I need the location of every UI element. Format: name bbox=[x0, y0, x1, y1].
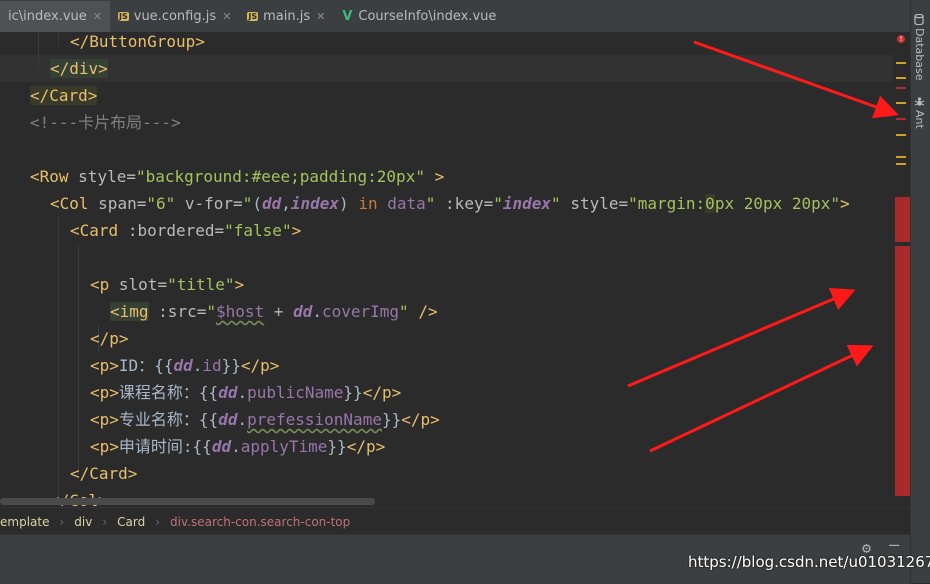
watermark-url: https://blog.csdn.net/u010312671 bbox=[688, 553, 930, 571]
code-line-17: </Card> bbox=[70, 464, 138, 483]
horizontal-scrollbar[interactable] bbox=[0, 498, 375, 505]
warning-marker[interactable] bbox=[896, 156, 906, 158]
database-tool-button[interactable]: Database bbox=[913, 13, 926, 81]
tab-label: main.js bbox=[263, 9, 311, 24]
code-line-1: </ButtonGroup> bbox=[70, 32, 205, 51]
breadcrumb-item-card[interactable]: Card bbox=[117, 515, 145, 529]
tab-label: vue.config.js bbox=[133, 9, 217, 24]
code-line-10: <p slot="title"> bbox=[90, 275, 245, 294]
code-line-6: <Row style="background:#eee;padding:20px… bbox=[30, 167, 445, 186]
close-icon[interactable]: ✕ bbox=[316, 10, 325, 23]
warning-marker[interactable] bbox=[896, 102, 906, 104]
warning-marker[interactable] bbox=[896, 62, 906, 64]
code-editor[interactable]: </ButtonGroup> </div> </Card> <!---卡片布局-… bbox=[0, 32, 893, 506]
error-marker[interactable] bbox=[896, 118, 906, 120]
code-line-14: <p>课程名称：{{dd.publicName}}</p> bbox=[90, 383, 402, 402]
code-line-4: <!---卡片布局---> bbox=[30, 113, 181, 132]
js-file-icon: JS bbox=[247, 12, 259, 21]
tab-vue-config-js[interactable]: JS vue.config.js ✕ bbox=[110, 1, 239, 32]
breadcrumb-item-search-con[interactable]: div.search-con.search-con-top bbox=[170, 515, 350, 529]
tab-courseinfo-index-vue[interactable]: V CourseInfo\index.vue bbox=[333, 1, 504, 32]
error-stripe-block[interactable] bbox=[895, 246, 910, 496]
close-icon[interactable]: ✕ bbox=[93, 10, 102, 23]
error-stripe-block[interactable] bbox=[895, 197, 910, 242]
code-line-12: </p> bbox=[90, 329, 129, 348]
vue-file-icon: V bbox=[342, 9, 353, 24]
database-label: Database bbox=[913, 28, 926, 81]
ant-tool-button[interactable]: Ant bbox=[913, 96, 926, 129]
breadcrumb: emplate › div › Card › div.search-con.se… bbox=[0, 507, 910, 535]
indent-guide bbox=[58, 217, 59, 506]
tab-main-js[interactable]: JS main.js ✕ bbox=[239, 1, 333, 32]
breadcrumb-separator: › bbox=[155, 514, 161, 529]
database-icon bbox=[913, 13, 926, 26]
tab-label: CourseInfo\index.vue bbox=[358, 9, 497, 24]
tab-label: ic\index.vue bbox=[8, 9, 87, 24]
error-indicator-icon[interactable]: ! bbox=[897, 35, 905, 43]
js-file-icon: JS bbox=[118, 12, 129, 21]
code-line-7: <Col span="6" v-for="(dd,index) in data"… bbox=[50, 194, 850, 213]
close-icon[interactable]: ✕ bbox=[222, 10, 231, 23]
code-line-15: <p>专业名称：{{dd.prefessionName}}</p> bbox=[90, 410, 440, 429]
ant-icon bbox=[913, 96, 926, 107]
code-line-8: <Card :bordered="false"> bbox=[70, 221, 302, 240]
editor-tab-bar: ic\index.vue ✕ JS vue.config.js ✕ JS mai… bbox=[0, 0, 910, 33]
code-line-13: <p>ID：{{dd.id}}</p> bbox=[90, 356, 280, 375]
indent-guide bbox=[58, 32, 59, 46]
breadcrumb-separator: › bbox=[102, 514, 108, 529]
right-tool-window-bar: Database Ant bbox=[910, 0, 930, 583]
code-line-16: <p>申请时间:{{dd.applyTime}}</p> bbox=[90, 437, 386, 456]
ant-label: Ant bbox=[913, 110, 926, 129]
indent-guide bbox=[38, 32, 39, 68]
caret-row-highlight bbox=[0, 55, 893, 82]
code-line-11: <img :src="$host + dd.coverImg" /> bbox=[110, 302, 438, 321]
warning-marker[interactable] bbox=[896, 163, 906, 165]
minimize-icon[interactable]: — bbox=[889, 535, 899, 555]
code-line-2: </div> bbox=[50, 59, 108, 78]
warning-marker[interactable] bbox=[896, 77, 906, 79]
error-stripe-gutter[interactable]: ! bbox=[893, 32, 910, 506]
error-marker[interactable] bbox=[896, 87, 906, 89]
breadcrumb-item-template[interactable]: emplate bbox=[0, 515, 49, 529]
indent-guide bbox=[78, 244, 79, 474]
tab-index-vue[interactable]: ic\index.vue ✕ bbox=[0, 1, 110, 32]
code-line-3: </Card> bbox=[30, 86, 98, 105]
breadcrumb-separator: › bbox=[59, 514, 65, 529]
warning-marker[interactable] bbox=[896, 134, 906, 136]
breadcrumb-item-div[interactable]: div bbox=[74, 515, 92, 529]
